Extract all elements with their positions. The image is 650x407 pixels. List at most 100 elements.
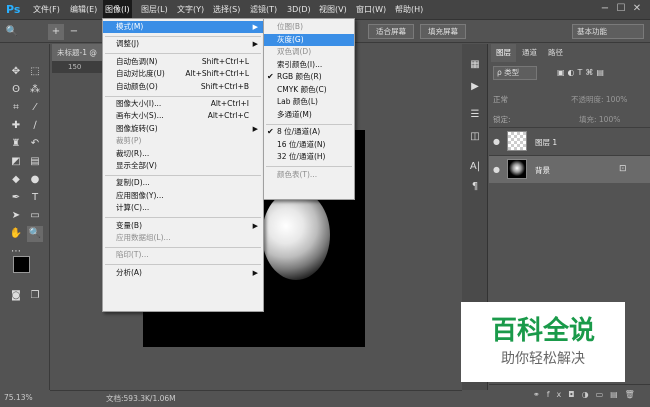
paragraph-panel-icon[interactable]: ¶ xyxy=(466,178,484,196)
image-menu-item[interactable]: 计算(C)... xyxy=(103,202,263,214)
type-tool-icon[interactable]: T xyxy=(27,190,43,206)
ps-logo: Ps xyxy=(6,3,21,16)
layer-filter-select[interactable]: ρ 类型 xyxy=(493,66,537,80)
gradient-tool-icon[interactable]: ▤ xyxy=(27,154,43,170)
image-menu-item[interactable]: 画布大小(S)... Alt+Ctrl+C xyxy=(103,110,263,122)
mode-submenu-item[interactable]: RGB 颜色(R) ✔ xyxy=(264,71,354,83)
mode-submenu-item[interactable]: 8 位/通道(A) ✔ xyxy=(264,126,354,138)
tab-channels[interactable]: 通道 xyxy=(517,44,542,62)
image-menu-item[interactable]: 自动对比度(U) Alt+Shift+Ctrl+L xyxy=(103,68,263,80)
menu-edit[interactable]: 编辑(E) xyxy=(70,0,97,20)
image-menu-item: 应用数据组(L)... xyxy=(103,232,263,244)
move-tool-icon[interactable]: ✥ xyxy=(8,64,24,80)
visibility-eye-icon[interactable]: ● xyxy=(493,164,505,176)
image-menu-item-label: 复制(D)... xyxy=(116,178,150,188)
clone-stamp-tool-icon[interactable]: ♜ xyxy=(8,136,24,152)
zoom-tool-preset-icon[interactable]: 🔍 xyxy=(4,24,20,40)
foreground-color-swatch[interactable] xyxy=(13,256,30,273)
eraser-tool-icon[interactable]: ◩ xyxy=(8,154,24,170)
layer-row-background[interactable]: ● 背景 ⊡ xyxy=(489,155,650,183)
mode-submenu-item[interactable]: 多通道(M) xyxy=(264,109,354,121)
zoom-tool-icon[interactable]: 🔍 xyxy=(27,226,43,242)
screen-mode-icon[interactable]: ❐ xyxy=(27,288,43,304)
eyedropper-tool-icon[interactable]: ⁄ xyxy=(27,100,43,116)
menu-separator xyxy=(105,264,261,266)
mode-submenu-item[interactable]: 32 位/通道(H) xyxy=(264,151,354,163)
mode-submenu-item[interactable]: CMYK 颜色(C) xyxy=(264,84,354,96)
layer-filter-icons[interactable]: ▣◐T⌘▤ xyxy=(557,66,645,80)
hand-tool-icon[interactable]: ✋ xyxy=(8,226,24,242)
image-menu-item[interactable]: 分析(A) ▶ xyxy=(103,267,263,279)
healing-brush-tool-icon[interactable]: ✚ xyxy=(8,118,24,134)
pen-tool-icon[interactable]: ✒ xyxy=(8,190,24,206)
menu-image[interactable]: 图像(I) xyxy=(103,0,132,20)
image-menu-item[interactable]: 调整(J) ▶ xyxy=(103,38,263,50)
actions-panel-icon[interactable]: ▶ xyxy=(466,78,484,96)
submenu-arrow-icon: ▶ xyxy=(252,124,258,133)
mode-submenu-item[interactable]: Lab 颜色(L) xyxy=(264,96,354,108)
blur-tool-icon[interactable]: ◆ xyxy=(8,172,24,188)
image-menu-item[interactable]: 裁切(R)... xyxy=(103,148,263,160)
menu-3d[interactable]: 3D(D) xyxy=(287,0,311,20)
document-tab[interactable]: 未标题-1 @ xyxy=(52,44,107,61)
fit-screen-button[interactable]: 适合屏幕 xyxy=(368,24,414,39)
mode-submenu-item: 位图(B) xyxy=(264,21,354,33)
menu-view[interactable]: 视图(V) xyxy=(319,0,347,20)
layer-row-1[interactable]: ● 图层 1 xyxy=(489,127,650,155)
mode-submenu-item[interactable]: 索引颜色(I)... xyxy=(264,59,354,71)
menu-separator xyxy=(266,166,352,167)
menu-select[interactable]: 选择(S) xyxy=(213,0,240,20)
adjustments-panel-icon[interactable]: ◫ xyxy=(466,128,484,146)
magic-wand-tool-icon[interactable]: ⁂ xyxy=(27,82,43,98)
menu-filter[interactable]: 滤镜(T) xyxy=(250,0,277,20)
mode-submenu-item[interactable]: 灰度(G) xyxy=(264,33,354,46)
mode-submenu-item[interactable]: 16 位/通道(N) xyxy=(264,139,354,151)
tab-paths[interactable]: 路径 xyxy=(543,44,568,62)
mode-submenu-item: 颜色表(T)... xyxy=(264,169,354,181)
crop-tool-icon[interactable]: ⌗ xyxy=(8,100,24,116)
fill-field[interactable]: 填充: 100% xyxy=(579,114,620,125)
layer-action-icons[interactable]: ⚭fx◘◑▭▤🗑 xyxy=(533,390,642,399)
opacity-field[interactable]: 不透明度: 100% xyxy=(571,94,627,105)
dodge-tool-icon[interactable]: ● xyxy=(27,172,43,188)
properties-panel-icon[interactable]: ☰ xyxy=(466,106,484,124)
quick-mask-icon[interactable]: ◙ xyxy=(8,288,24,304)
character-panel-icon[interactable]: A| xyxy=(466,158,484,176)
image-menu-item[interactable]: 应用图像(Y)... xyxy=(103,190,263,202)
image-menu-item[interactable]: 显示全部(V) xyxy=(103,160,263,172)
menu-window[interactable]: 窗口(W) xyxy=(356,0,386,20)
path-selection-tool-icon[interactable]: ➤ xyxy=(8,208,24,224)
visibility-eye-icon[interactable]: ● xyxy=(493,136,505,148)
workspace-select[interactable]: 基本功能 xyxy=(572,24,644,39)
minimize-icon[interactable]: − xyxy=(598,2,612,16)
watermark-logo: 百科全说 助你轻松解决 xyxy=(461,302,625,382)
marquee-tool-icon[interactable]: ⬚ xyxy=(27,64,43,80)
zoom-out-icon[interactable]: − xyxy=(66,24,82,40)
tab-layers[interactable]: 图层 xyxy=(491,44,516,62)
blend-mode-select[interactable]: 正常 xyxy=(493,94,508,105)
zoom-level[interactable]: 75.13% xyxy=(0,390,50,406)
maximize-icon[interactable]: ☐ xyxy=(614,2,628,16)
close-icon[interactable]: ✕ xyxy=(630,2,644,16)
history-brush-tool-icon[interactable]: ↶ xyxy=(27,136,43,152)
image-menu-item[interactable]: 复制(D)... xyxy=(103,177,263,189)
menu-file[interactable]: 文件(F) xyxy=(33,0,60,20)
zoom-in-icon[interactable]: + xyxy=(48,24,64,40)
image-menu-item[interactable]: 模式(M) ▶ xyxy=(103,21,263,33)
lasso-tool-icon[interactable]: ʘ xyxy=(8,82,24,98)
menu-type[interactable]: 文字(Y) xyxy=(177,0,204,20)
image-menu-item[interactable]: 图像大小(I)... Alt+Ctrl+I xyxy=(103,98,263,110)
mode-submenu-item-label: CMYK 颜色(C) xyxy=(277,84,327,94)
menu-help[interactable]: 帮助(H) xyxy=(395,0,423,20)
menu-separator xyxy=(105,35,261,37)
image-menu-item[interactable]: 自动颜色(O) Shift+Ctrl+B xyxy=(103,81,263,93)
image-menu-item[interactable]: 自动色调(N) Shift+Ctrl+L xyxy=(103,56,263,68)
brush-tool-icon[interactable]: ∕ xyxy=(27,118,43,134)
shape-tool-icon[interactable]: ▭ xyxy=(27,208,43,224)
fill-screen-button[interactable]: 填充屏幕 xyxy=(420,24,466,39)
image-menu-item[interactable]: 变量(B) ▶ xyxy=(103,220,263,232)
watermark-subtitle: 助你轻松解决 xyxy=(501,351,585,367)
menu-layer[interactable]: 图层(L) xyxy=(141,0,168,20)
history-panel-icon[interactable]: ▦ xyxy=(466,56,484,74)
image-menu-item[interactable]: 图像旋转(G) ▶ xyxy=(103,123,263,135)
